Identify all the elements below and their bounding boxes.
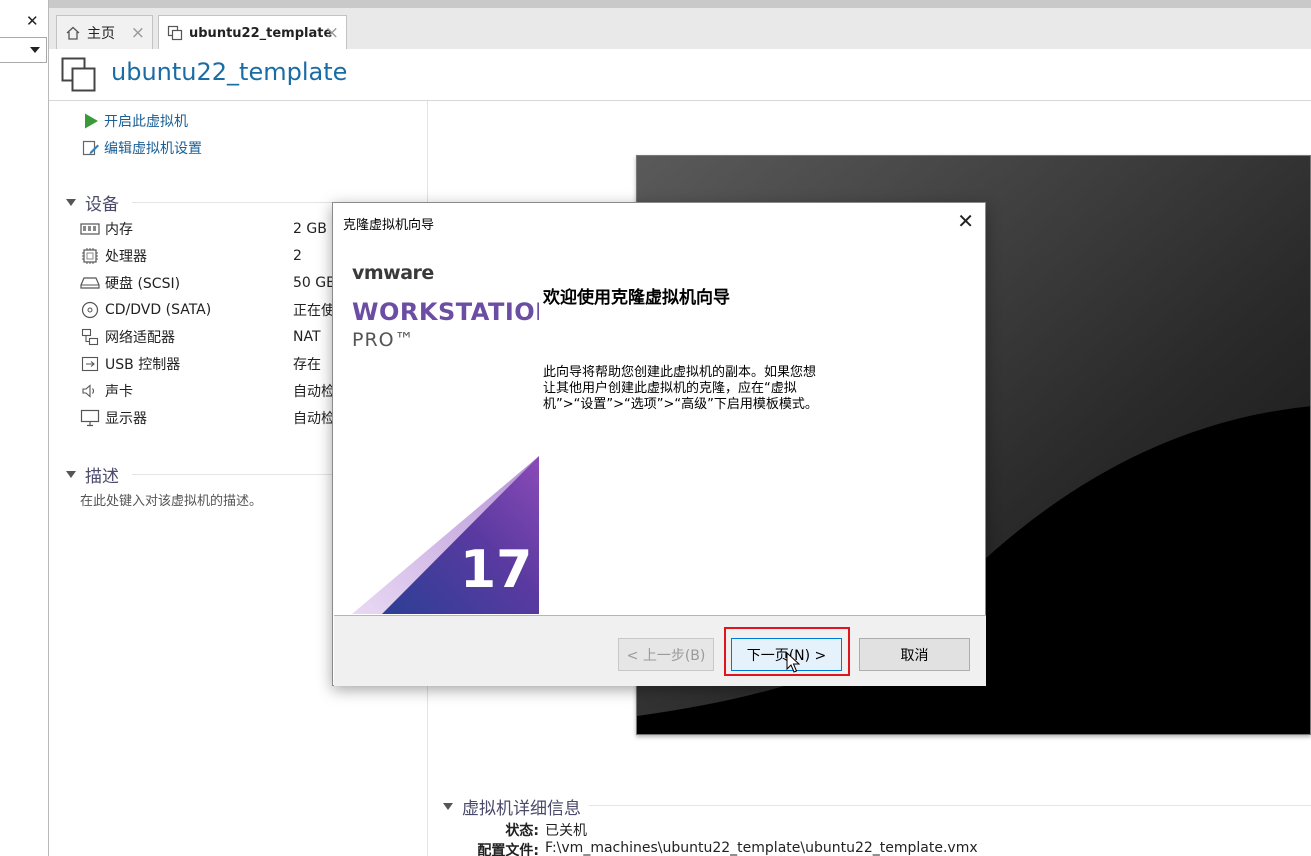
device-name: 网络适配器: [105, 330, 175, 346]
edit-vm-settings-label: 编辑虚拟机设置: [104, 141, 202, 157]
tab-vm-label: ubuntu22_template: [189, 25, 333, 41]
play-icon: [85, 113, 98, 129]
page-title: ubuntu22_template: [111, 58, 348, 86]
library-close-icon[interactable]: ✕: [26, 12, 39, 30]
home-icon: [66, 26, 80, 40]
dialog-title: 克隆虚拟机向导: [343, 218, 435, 233]
tab-bar: 主页 × ubuntu22_template ×: [49, 0, 1311, 50]
device-value: 存在: [293, 357, 321, 373]
dialog-footer: < 上一步(B) 下一页(N) > 取消: [334, 615, 986, 686]
version-number: 17: [460, 540, 532, 600]
detail-row-state: 状态: 已关机: [429, 820, 587, 840]
device-value: 自动检: [293, 384, 335, 400]
cd-dvd-icon: [80, 301, 100, 319]
device-value: 2: [293, 248, 302, 264]
detail-key: 配置文件:: [477, 843, 539, 856]
device-name: 硬盘 (SCSI): [105, 276, 181, 292]
device-value: NAT: [293, 329, 321, 345]
collapse-triangle-icon: [66, 471, 76, 478]
vm-copy-icon: [61, 57, 96, 92]
tab-vm[interactable]: ubuntu22_template ×: [158, 15, 347, 50]
library-filter-dropdown[interactable]: [0, 37, 47, 63]
previous-button[interactable]: < 上一步(B): [618, 638, 714, 671]
cpu-icon: [80, 247, 100, 265]
collapse-triangle-icon: [66, 199, 76, 206]
power-on-vm-link[interactable]: 开启此虚拟机: [82, 111, 188, 131]
collapse-triangle-icon: [443, 803, 453, 810]
device-name: CD/DVD (SATA): [105, 302, 212, 318]
device-name: 处理器: [105, 249, 147, 265]
sound-card-icon: [80, 382, 100, 400]
vm-details-section-title: 虚拟机详细信息: [462, 799, 581, 819]
library-panel: ✕: [0, 0, 49, 856]
devices-section-title: 设备: [85, 195, 119, 215]
cancel-button[interactable]: 取消: [859, 638, 970, 671]
detail-key: 状态:: [505, 823, 539, 839]
chevron-down-icon: [30, 47, 40, 53]
device-name: 显示器: [105, 411, 147, 427]
description-placeholder[interactable]: 在此处键入对该虚拟机的描述。: [80, 490, 262, 509]
tab-home[interactable]: 主页 ×: [56, 15, 153, 49]
wizard-heading: 欢迎使用克隆虚拟机向导: [543, 288, 730, 308]
close-icon[interactable]: ✕: [957, 209, 974, 233]
device-value: 50 GB: [293, 275, 336, 291]
product-banner: vmware WORKSTATION PRO™ 17: [334, 241, 539, 614]
tab-vm-close-icon[interactable]: ×: [325, 23, 339, 43]
tab-home-close-icon[interactable]: ×: [131, 23, 145, 43]
memory-icon: [80, 220, 100, 238]
device-value: 正在使: [293, 303, 335, 319]
detail-value: 已关机: [545, 823, 587, 839]
edit-vm-settings-link[interactable]: 编辑虚拟机设置: [82, 138, 202, 158]
device-value: 2 GB: [293, 221, 327, 237]
vm-header: ubuntu22_template: [49, 49, 1311, 101]
vm-details-section-header[interactable]: 虚拟机详细信息: [443, 794, 581, 819]
description-section-title: 描述: [85, 467, 119, 487]
edit-settings-icon: [82, 140, 99, 156]
usb-icon: [80, 355, 100, 373]
device-name: 声卡: [105, 384, 133, 400]
detail-row-config: 配置文件: F:\vm_machines\ubuntu22_template\u…: [429, 840, 978, 856]
devices-section-header[interactable]: 设备: [66, 190, 119, 215]
clone-vm-wizard-dialog: 克隆虚拟机向导 ✕ vmware WORKSTATION PRO™ 17 欢迎使…: [332, 202, 986, 686]
display-icon: [80, 409, 100, 427]
divider: [589, 805, 1311, 806]
wizard-body-text: 此向导将帮助您创建此虚拟机的副本。如果您想让其他用户创建此虚拟机的克隆，应在“虚…: [543, 365, 818, 412]
mouse-cursor-icon: [786, 652, 800, 673]
hard-disk-icon: [80, 274, 100, 292]
detail-value: F:\vm_machines\ubuntu22_template\ubuntu2…: [545, 840, 978, 856]
network-adapter-icon: [80, 328, 100, 346]
tab-home-label: 主页: [87, 25, 115, 42]
description-section-header[interactable]: 描述: [66, 462, 119, 487]
vm-copy-icon: [167, 25, 183, 41]
power-on-vm-label: 开启此虚拟机: [104, 114, 188, 130]
device-value: 自动检: [293, 411, 335, 427]
device-name: 内存: [105, 222, 133, 238]
device-name: USB 控制器: [105, 357, 181, 373]
version-17-graphic: 17: [352, 456, 539, 614]
